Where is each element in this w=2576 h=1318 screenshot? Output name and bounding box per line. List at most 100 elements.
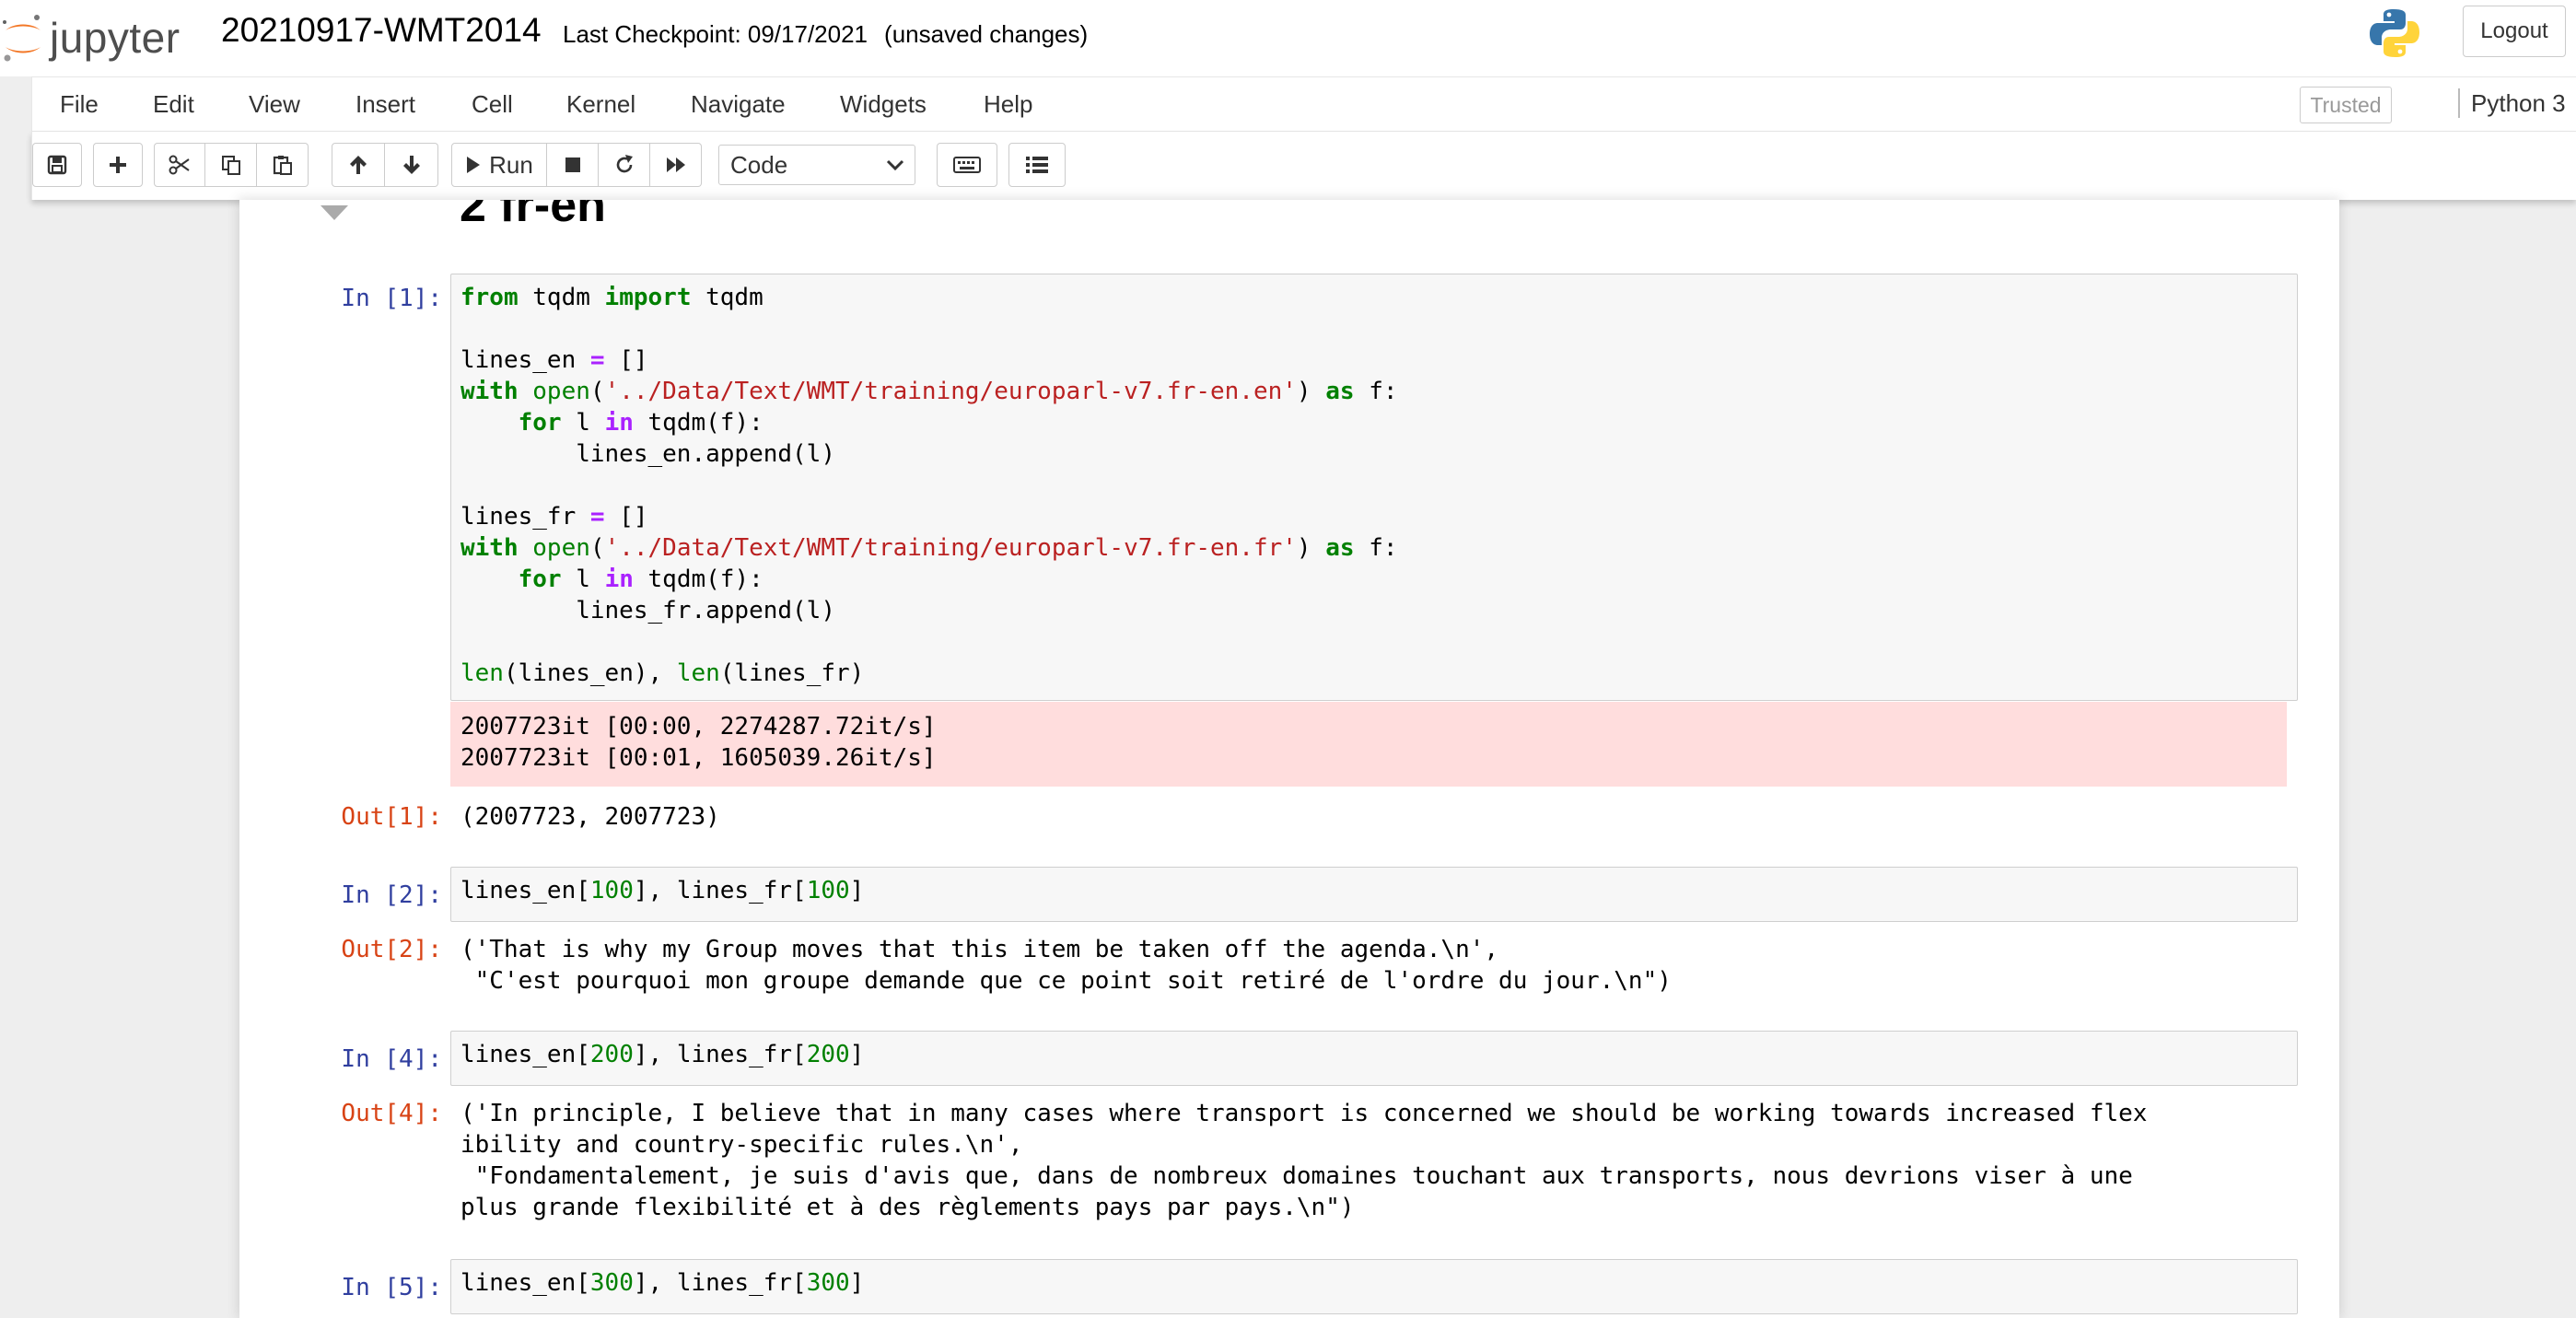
input-prompt: In [2]: [341,881,442,909]
code-line: for l in tqdm(f): [460,407,2297,438]
code-token: f: [1354,534,1398,562]
code-token: ], lines_fr[ [633,1041,807,1068]
menu-insert[interactable]: Insert [356,90,415,119]
code-line: lines_en[100], lines_fr[100] [460,875,2297,906]
menu-cell[interactable]: Cell [472,90,513,119]
checkpoint-status: Last Checkpoint: 09/17/2021 (unsaved chan… [563,20,1088,49]
save-icon [47,155,67,175]
code-token: lines_en[ [460,1269,590,1297]
cell-output: (2007723, 2007723) [460,803,720,831]
code-token: '../Data/Text/WMT/training/europarl-v7.f… [604,378,1297,405]
paste-button[interactable] [257,143,309,187]
kernel-name[interactable]: Python 3 [2458,88,2566,118]
code-token: = [589,503,605,531]
section-heading: 2 fr-en [460,200,606,232]
save-button[interactable] [32,143,82,187]
code-token: ] [849,1269,865,1297]
code-token: ], lines_fr[ [633,1269,807,1297]
code-token: 100 [589,877,634,904]
restart-run-all-button[interactable] [650,143,702,187]
code-token: open [532,378,590,405]
code-token: ) [1296,378,1326,405]
fast-forward-icon [666,157,685,172]
list-icon [1026,157,1048,173]
menu-view[interactable]: View [249,90,300,119]
code-token: [] [604,503,648,531]
code-cell-input[interactable]: from tqdm import tqdm lines_en = [] with o… [450,274,2298,701]
plus-icon [110,157,126,173]
python-logo-icon [2367,6,2422,65]
move-down-button[interactable] [385,143,438,187]
code-token: l [561,409,605,437]
code-token: len [460,659,504,687]
code-token: ] [849,1041,865,1068]
code-cell-input[interactable]: lines_en[300], lines_fr[300] [450,1259,2298,1314]
stop-icon [565,157,580,172]
code-token: 100 [806,877,850,904]
cell-type-select[interactable]: Code [718,145,915,185]
code-line: lines_en[200], lines_fr[200] [460,1039,2297,1070]
menu-file[interactable]: File [60,90,99,119]
code-line: lines_en.append(l) [460,438,2297,470]
trusted-indicator[interactable]: Trusted [2300,87,2392,123]
notebook-title[interactable]: 20210917-WMT2014 [221,11,542,50]
header: jupyter 20210917-WMT2014 Last Checkpoint… [0,0,2576,76]
menu-navigate[interactable]: Navigate [691,90,786,119]
toolbar: Run Code [31,132,2576,200]
code-token: l [561,566,605,593]
code-line: lines_fr = [] [460,501,2297,532]
code-token: lines_en[ [460,877,590,904]
code-line: lines_en = [] [460,344,2297,376]
code-token: (lines_fr) [719,659,865,687]
collapse-heading-icon[interactable] [321,205,348,220]
jupyter-orbit-icon [3,15,41,62]
cell-output: ('In principle, I believe that in many c… [460,1100,2148,1221]
code-token: (lines_en), [503,659,677,687]
restart-icon [616,155,633,173]
command-palette-button[interactable] [937,143,997,187]
menu-kernel[interactable]: Kernel [566,90,635,119]
code-token: 300 [589,1269,634,1297]
interrupt-button[interactable] [547,143,599,187]
arrow-up-icon [350,156,367,174]
code-line: lines_en[300], lines_fr[300] [460,1267,2297,1299]
toc-button[interactable] [1008,143,1066,187]
code-token: as [1325,534,1355,562]
notebook-container: 2 fr-en In [1]: from tqdm import tqdm lin… [239,200,2339,1318]
jupyter-logo[interactable]: jupyter [0,6,181,70]
arrow-down-icon [402,156,420,174]
move-up-button[interactable] [332,143,385,187]
code-token: open [532,534,590,562]
insert-cell-button[interactable] [93,143,143,187]
menu-edit[interactable]: Edit [153,90,194,119]
copy-button[interactable] [205,143,257,187]
code-token: lines_fr [460,503,590,531]
restart-button[interactable] [599,143,650,187]
input-prompt: In [1]: [341,285,442,312]
code-token: 200 [806,1041,850,1068]
input-prompt: In [5]: [341,1274,442,1301]
input-prompt: In [4]: [341,1045,442,1073]
logout-button[interactable]: Logout [2463,6,2566,57]
code-line: for l in tqdm(f): [460,564,2297,595]
stderr-line: 2007723it [00:00, 2274287.72it/s] [460,713,937,741]
code-token: [] [604,346,648,374]
menu-help[interactable]: Help [984,90,1032,119]
menu-widgets[interactable]: Widgets [840,90,927,119]
code-cell-input[interactable]: lines_en[200], lines_fr[200] [450,1031,2298,1086]
code-token: for [518,566,562,593]
code-token: from [460,284,519,311]
run-button[interactable]: Run [451,143,547,187]
copy-icon [221,156,240,175]
code-cell-input[interactable]: lines_en[100], lines_fr[100] [450,867,2298,922]
cut-button[interactable] [154,143,205,187]
play-icon [467,157,481,173]
output-prompt: Out[2]: [341,936,442,963]
output-prompt: Out[4]: [341,1100,442,1127]
code-token: tqdm(f): [633,566,763,593]
code-token: ], lines_fr[ [633,877,807,904]
